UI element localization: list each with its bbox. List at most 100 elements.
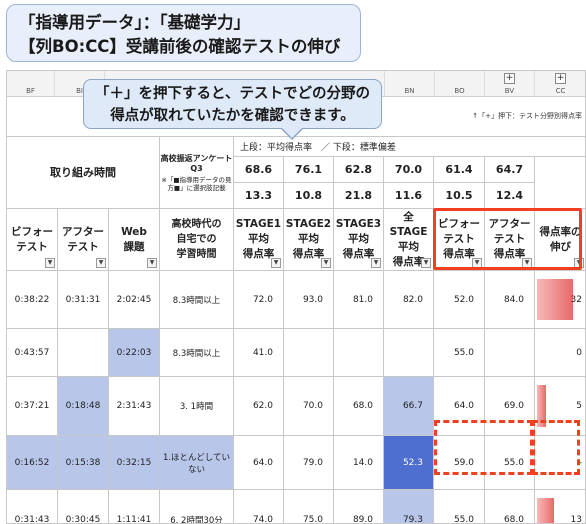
table-cell-stage2-rate[interactable]: 79.0 xyxy=(284,436,334,490)
table-cell-web-task[interactable]: 2:31:43 xyxy=(109,377,160,436)
table-cell-growth[interactable]: 0 xyxy=(535,329,585,377)
cell-value: 74.0 xyxy=(252,514,273,524)
table-cell-stage2-rate[interactable]: 75.0 xyxy=(284,490,334,523)
cell-value: 70.0 xyxy=(302,401,323,411)
col-header-before-test: ビフォー テスト ▼ xyxy=(7,209,58,271)
filter-dropdown-icon[interactable]: ▼ xyxy=(45,258,55,268)
cell-value: 79.3 xyxy=(402,514,423,524)
filter-dropdown-icon[interactable]: ▼ xyxy=(421,258,431,268)
survey-title: 高校振返アンケート Q3 xyxy=(160,153,233,173)
filter-dropdown-icon[interactable]: ▼ xyxy=(147,258,157,268)
effort-time-header: 取り組み時間 xyxy=(7,137,160,209)
growth-bar xyxy=(537,498,554,523)
filter-dropdown-icon[interactable]: ▼ xyxy=(371,258,381,268)
cell-value: 2:02:45 xyxy=(116,294,152,305)
cell-value: 0:22:03 xyxy=(116,347,152,358)
cell-value: 6. 2時間30分 xyxy=(170,515,223,524)
cell-value: 55.0 xyxy=(453,514,474,524)
table-cell-before-test[interactable]: 0:31:43 xyxy=(7,490,58,523)
col-header-label: Web 課題 xyxy=(121,225,147,253)
table-cell-before-rate[interactable]: 52.0 xyxy=(434,271,485,329)
table-cell-stage1-rate[interactable]: 74.0 xyxy=(234,490,284,524)
table-cell-stage1-rate[interactable]: 64.0 xyxy=(234,436,284,490)
table-cell-web-task[interactable]: 0:22:03 xyxy=(109,329,160,377)
table-cell-web-task[interactable]: 1:11:41 xyxy=(109,490,160,523)
table-cell-home-study-time[interactable]: 6. 2時間30分 xyxy=(160,490,234,524)
col-header-label: STAGE2 平均 得点率 xyxy=(285,218,332,260)
cell-value: 0:43:57 xyxy=(14,347,50,358)
cell-value: 0:15:38 xyxy=(65,457,101,468)
callout-tail xyxy=(280,127,304,140)
table-cell-after-rate[interactable]: 84.0 xyxy=(485,271,535,329)
title-callout: 「指導用データ」：「基礎学力」 【列BO:CC】受講前後の確認テストの伸び xyxy=(6,4,361,62)
table-cell-home-study-time[interactable]: 1.ほとんどしていない xyxy=(160,436,234,490)
table-cell-web-task[interactable]: 0:32:15 xyxy=(109,436,160,490)
cell-value: 0:32:15 xyxy=(116,457,152,468)
table-cell-home-study-time[interactable]: 8.3時間以上 xyxy=(160,271,234,329)
table-cell-all-stage-rate[interactable]: 52.3 xyxy=(384,436,434,490)
cell-value: 0:30:45 xyxy=(65,514,101,524)
table-cell-home-study-time[interactable]: 3. 1時間 xyxy=(160,377,234,436)
column-header-bo[interactable]: BO xyxy=(435,71,485,97)
table-cell-before-test[interactable]: 0:38:22 xyxy=(7,271,58,329)
table-cell-home-study-time[interactable]: 8.3時間以上 xyxy=(160,329,234,377)
table-cell-stage3-rate[interactable]: 68.0 xyxy=(334,377,384,436)
table-cell-after-rate[interactable]: 68.0 xyxy=(485,490,535,523)
sd-after: 12.4 xyxy=(485,183,535,209)
expand-plus-button-2[interactable]: + xyxy=(555,73,566,84)
table-cell-after-rate[interactable] xyxy=(485,329,535,377)
avg-stage3: 62.8 xyxy=(334,157,384,183)
table-cell-stage1-rate[interactable]: 41.0 xyxy=(234,329,284,377)
expand-plus-button[interactable]: + xyxy=(504,73,515,84)
table-cell-after-test[interactable]: 0:15:38 xyxy=(58,436,109,490)
table-cell-after-test[interactable]: 0:18:48 xyxy=(58,377,109,436)
table-cell-stage1-rate[interactable]: 72.0 xyxy=(234,271,284,329)
survey-header: 高校振返アンケート Q3 ※「■指導用データの見方■」に選択肢記載 xyxy=(160,137,234,209)
table-cell-stage3-rate[interactable]: 89.0 xyxy=(334,490,384,524)
cell-value: 82.0 xyxy=(402,294,423,305)
table-cell-stage3-rate[interactable]: 14.0 xyxy=(334,436,384,490)
table-cell-all-stage-rate[interactable]: 79.3 xyxy=(384,490,434,524)
cell-value: 5 xyxy=(576,401,582,411)
col-header-label: ビフォー テスト xyxy=(11,225,53,253)
table-cell-stage3-rate[interactable] xyxy=(334,329,384,377)
callout-line-2: 得点が取れていたかを確認できます。 xyxy=(110,108,355,124)
table-cell-before-test[interactable]: 0:37:21 xyxy=(7,377,58,436)
table-cell-after-test[interactable]: 0:31:31 xyxy=(58,271,109,329)
cell-value: 89.0 xyxy=(352,514,373,524)
table-cell-growth[interactable]: 32 xyxy=(535,271,585,329)
column-header-bn[interactable]: BN xyxy=(385,71,435,97)
sd-stage3: 21.8 xyxy=(334,183,384,209)
filter-dropdown-icon[interactable]: ▼ xyxy=(271,258,281,268)
filter-dropdown-icon[interactable]: ▼ xyxy=(321,258,331,268)
table-cell-stage2-rate[interactable] xyxy=(284,329,334,377)
title-line-2: 【列BO:CC】受講前後の確認テストの伸び xyxy=(19,37,341,56)
sd-all-stage: 11.6 xyxy=(384,183,434,209)
row-legend: 上段：平均得点率 ／ 下段：標準偏差 xyxy=(234,137,585,157)
table-cell-stage2-rate[interactable]: 70.0 xyxy=(284,377,334,436)
cell-value: 66.7 xyxy=(402,401,423,411)
filter-dropdown-icon[interactable]: ▼ xyxy=(96,258,106,268)
table-cell-stage2-rate[interactable]: 93.0 xyxy=(284,271,334,329)
table-cell-stage1-rate[interactable]: 62.0 xyxy=(234,377,284,436)
table-cell-before-test[interactable]: 0:16:52 xyxy=(7,436,58,490)
table-cell-all-stage-rate[interactable] xyxy=(384,329,434,377)
cell-value: 41.0 xyxy=(252,347,273,358)
table-cell-all-stage-rate[interactable]: 66.7 xyxy=(384,377,434,436)
table-cell-web-task[interactable]: 2:02:45 xyxy=(109,271,160,329)
cell-value: 52.0 xyxy=(453,294,474,305)
table-cell-stage3-rate[interactable]: 81.0 xyxy=(334,271,384,329)
table-cell-before-test[interactable]: 0:43:57 xyxy=(7,329,58,377)
col-header-web-task: Web 課題 ▼ xyxy=(109,209,160,271)
col-header-label: STAGE3 平均 得点率 xyxy=(335,218,382,260)
table-cell-before-rate[interactable]: 55.0 xyxy=(434,329,485,377)
table-cell-after-test[interactable]: 0:30:45 xyxy=(58,490,109,524)
cell-value: 52.3 xyxy=(402,457,423,468)
table-cell-after-test[interactable] xyxy=(58,329,109,377)
cell-value: 0 xyxy=(576,347,582,358)
table-cell-all-stage-rate[interactable]: 82.0 xyxy=(384,271,434,329)
cell-value: 64.0 xyxy=(453,401,474,411)
table-cell-growth[interactable]: 13 xyxy=(535,490,585,523)
table-cell-before-rate[interactable]: 55.0 xyxy=(434,490,485,524)
column-header-bf[interactable]: BF xyxy=(7,71,55,97)
